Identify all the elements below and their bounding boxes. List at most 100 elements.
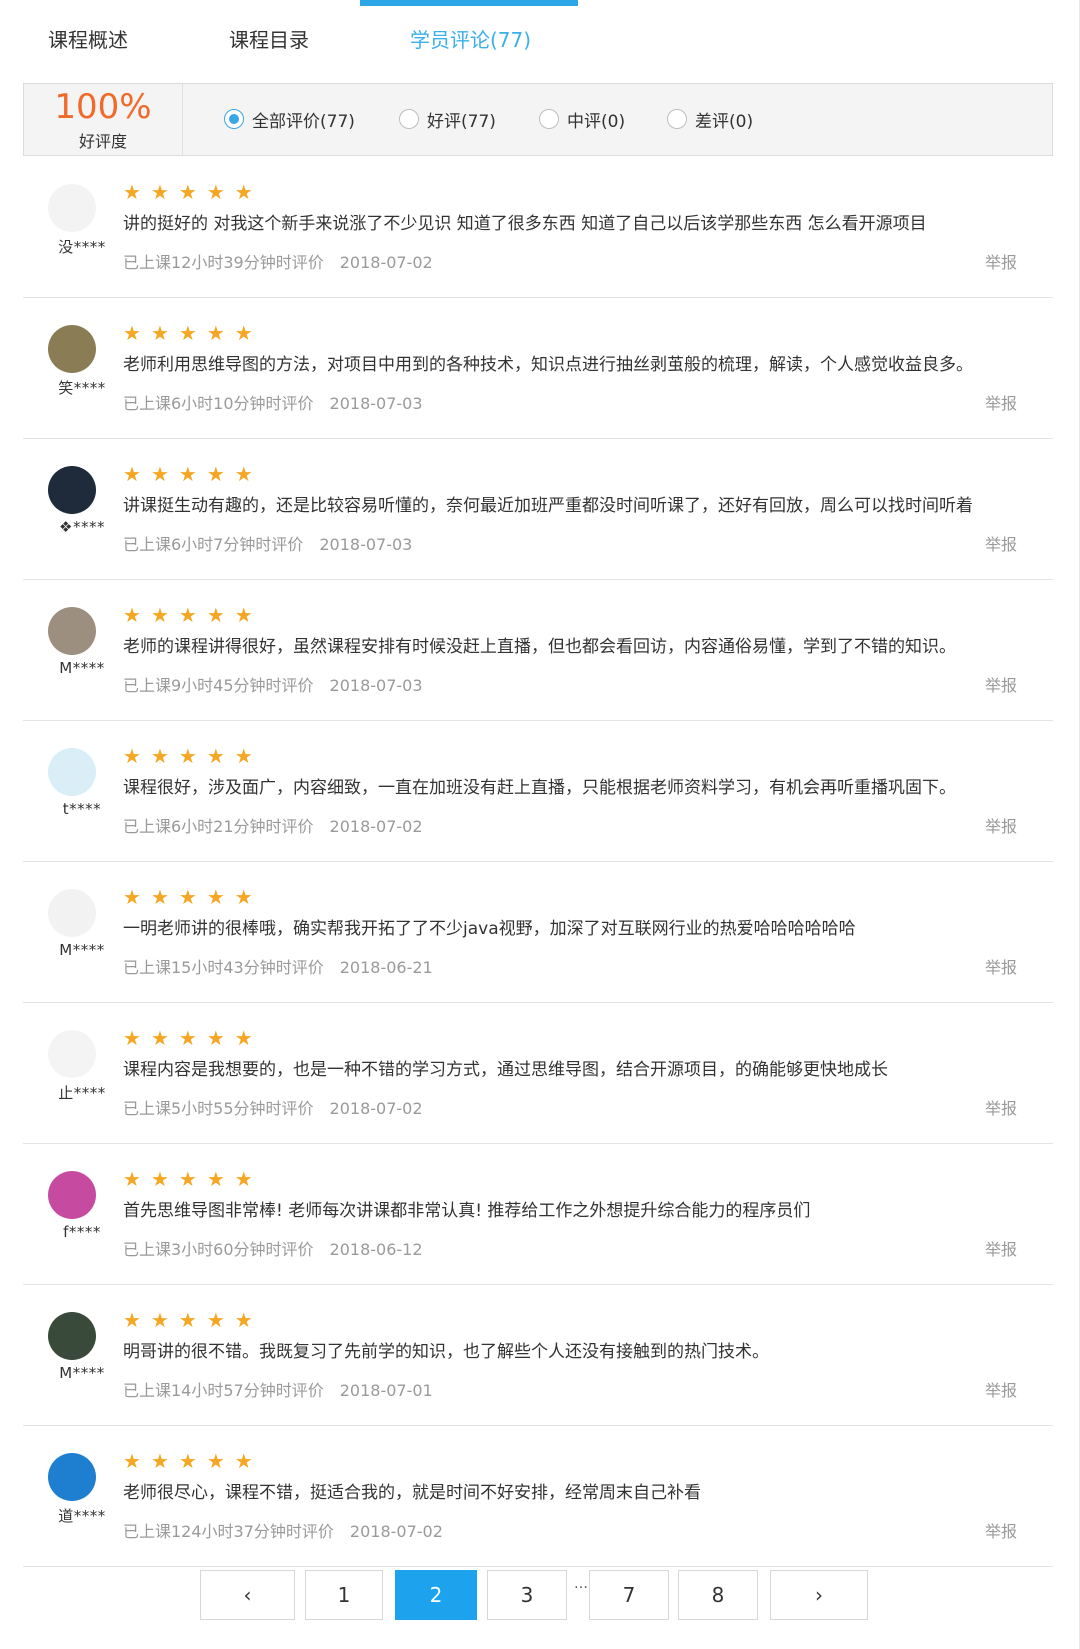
tab-overview[interactable]: 课程概述 (48, 24, 128, 53)
avatar[interactable] (48, 607, 96, 655)
pagination-ellipsis: … (574, 1576, 588, 1592)
star-icon: ★ (150, 1449, 169, 1473)
review-date: 2018-07-02 (339, 253, 433, 272)
star-icon: ★ (150, 1026, 169, 1050)
review-item: t**** ★ ★ ★ ★ ★ 课程很好，涉及面广，内容细致，一直在加班没有赶上直播，只能根… (23, 721, 1053, 862)
review-username: ❖**** (59, 518, 105, 536)
review-meta: 已上课3小时60分钟时评价 2018-06-12 (123, 1236, 423, 1260)
avatar[interactable] (48, 1453, 96, 1501)
avatar[interactable] (48, 325, 96, 373)
filter-all-label: 全部评价(77) (252, 111, 355, 132)
review-comment: 一明老师讲的很棒哦，确实帮我开拓了了不少java视野，加深了对互联网行业的热爱哈… (123, 919, 856, 939)
avatar[interactable] (48, 184, 96, 232)
star-icon: ★ (123, 1026, 141, 1050)
avatar[interactable] (48, 1312, 96, 1360)
star-icon: ★ (123, 603, 141, 627)
star-icon: ★ (150, 885, 169, 909)
filter-positive[interactable]: 好评(77) (399, 106, 496, 132)
tab-catalog[interactable]: 课程目录 (229, 24, 309, 53)
review-date: 2018-07-02 (329, 1099, 423, 1118)
prev-page-button[interactable]: ‹ (200, 1570, 295, 1620)
page-button-8[interactable]: 8 (678, 1570, 758, 1620)
star-icon: ★ (206, 180, 225, 204)
next-page-button[interactable]: › (770, 1570, 868, 1620)
review-date: 2018-06-21 (339, 958, 433, 977)
pagination: ‹ 1 2 3 … 7 8 › (0, 1570, 1080, 1622)
review-study-time: 已上课9小时45分钟时评价 (123, 676, 314, 695)
review-username: f**** (63, 1223, 101, 1241)
radio-checked-icon (224, 109, 244, 129)
report-link[interactable]: 举报 (985, 813, 1017, 837)
report-link[interactable]: 举报 (985, 249, 1017, 273)
star-icon: ★ (150, 462, 169, 486)
positive-rate-percent: 100% (54, 87, 152, 127)
star-icon: ★ (150, 321, 169, 345)
review-username: M**** (59, 1364, 105, 1382)
chevron-right-icon: › (815, 1583, 823, 1607)
review-study-time: 已上课6小时7分钟时评价 (123, 535, 304, 554)
star-icon: ★ (150, 1167, 169, 1191)
star-icon: ★ (178, 180, 197, 204)
filter-negative-label: 差评(0) (695, 111, 754, 132)
avatar[interactable] (48, 1030, 96, 1078)
review-username: 没**** (58, 238, 106, 256)
page-button-7[interactable]: 7 (589, 1570, 669, 1620)
positive-rate-box: 100% 好评度 (24, 84, 183, 155)
page-button-1[interactable]: 1 (305, 1570, 383, 1620)
report-link[interactable]: 举报 (985, 672, 1017, 696)
star-icon: ★ (234, 1308, 253, 1332)
star-icon: ★ (123, 1449, 141, 1473)
review-meta: 已上课124小时37分钟时评价 2018-07-02 (123, 1518, 443, 1542)
review-stars: ★ ★ ★ ★ ★ (123, 746, 253, 766)
review-stars: ★ ★ ★ ★ ★ (123, 182, 253, 202)
star-icon: ★ (206, 744, 225, 768)
report-link[interactable]: 举报 (985, 1095, 1017, 1119)
review-item: M**** ★ ★ ★ ★ ★ 老师的课程讲得很好，虽然课程安排有时候没赶上直播，但也都会看… (23, 580, 1053, 721)
review-study-time: 已上课6小时21分钟时评价 (123, 817, 314, 836)
review-username: M**** (59, 659, 105, 677)
report-link[interactable]: 举报 (985, 390, 1017, 414)
star-icon: ★ (123, 885, 141, 909)
star-icon: ★ (234, 1167, 253, 1191)
review-comment: 老师的课程讲得很好，虽然课程安排有时候没赶上直播，但也都会看回访，内容通俗易懂，… (123, 637, 956, 657)
star-icon: ★ (123, 321, 141, 345)
report-link[interactable]: 举报 (985, 1236, 1017, 1260)
review-stars: ★ ★ ★ ★ ★ (123, 887, 253, 907)
star-icon: ★ (178, 885, 197, 909)
star-icon: ★ (206, 885, 225, 909)
review-username: 止**** (58, 1084, 106, 1102)
review-username: t**** (62, 800, 102, 818)
review-stars: ★ ★ ★ ★ ★ (123, 464, 253, 484)
review-username: 道**** (58, 1507, 106, 1525)
review-comment: 课程内容是我想要的，也是一种不错的学习方式，通过思维导图，结合开源项目，的确能够… (123, 1060, 888, 1080)
review-item: ❖**** ★ ★ ★ ★ ★ 讲课挺生动有趣的，还是比较容易听懂的，奈何最近加班严重都没时… (23, 439, 1053, 580)
star-icon: ★ (234, 744, 253, 768)
review-stars: ★ ★ ★ ★ ★ (123, 323, 253, 343)
avatar[interactable] (48, 889, 96, 937)
star-icon: ★ (234, 321, 253, 345)
star-icon: ★ (234, 180, 253, 204)
page-button-3[interactable]: 3 (487, 1570, 567, 1620)
review-item: 笑**** ★ ★ ★ ★ ★ 老师利用思维导图的方法，对项目中用到的各种技术，知识点进行抽… (23, 298, 1053, 439)
filter-negative[interactable]: 差评(0) (667, 106, 753, 132)
tab-reviews[interactable]: 学员评论(77) (410, 24, 531, 53)
star-icon: ★ (234, 1449, 253, 1473)
positive-rate-label: 好评度 (78, 132, 127, 151)
report-link[interactable]: 举报 (985, 954, 1017, 978)
page-button-2[interactable]: 2 (395, 1570, 477, 1620)
star-icon: ★ (178, 603, 197, 627)
review-study-time: 已上课124小时37分钟时评价 (123, 1522, 334, 1541)
review-study-time: 已上课15小时43分钟时评价 (123, 958, 324, 977)
avatar[interactable] (48, 1171, 96, 1219)
avatar[interactable] (48, 748, 96, 796)
filter-neutral[interactable]: 中评(0) (539, 106, 625, 132)
avatar[interactable] (48, 466, 96, 514)
star-icon: ★ (123, 744, 141, 768)
report-link[interactable]: 举报 (985, 531, 1017, 555)
filter-all[interactable]: 全部评价(77) (224, 106, 355, 132)
review-study-time: 已上课12小时39分钟时评价 (123, 253, 324, 272)
report-link[interactable]: 举报 (985, 1377, 1017, 1401)
report-link[interactable]: 举报 (985, 1518, 1017, 1542)
star-icon: ★ (234, 1026, 253, 1050)
review-stars: ★ ★ ★ ★ ★ (123, 1028, 253, 1048)
